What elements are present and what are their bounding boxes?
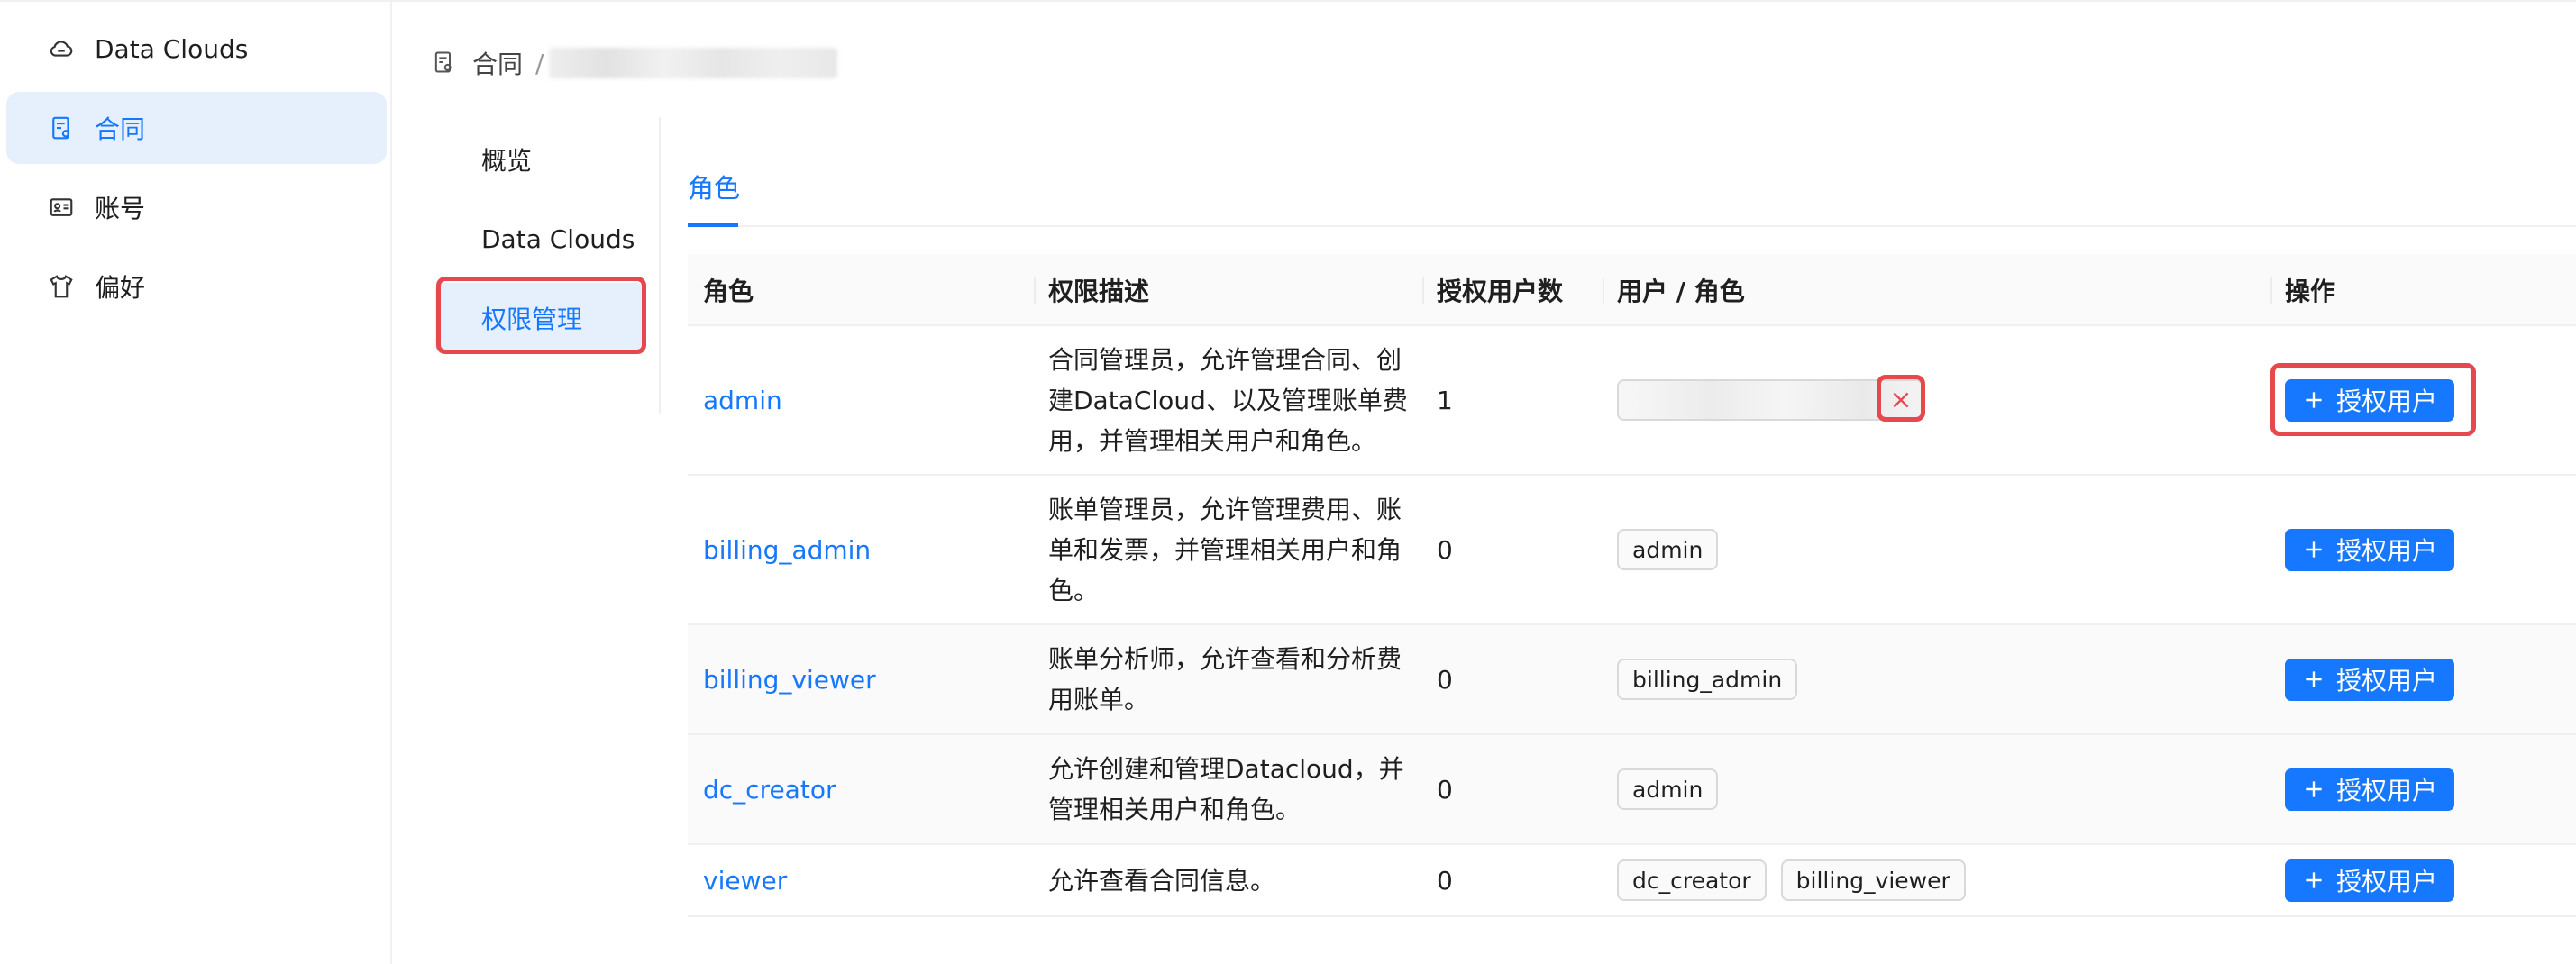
role-link[interactable]: viewer bbox=[703, 845, 787, 915]
role-tag: dc_creator bbox=[1617, 859, 1767, 901]
plus-icon bbox=[2306, 781, 2322, 797]
button-label: 授权用户 bbox=[2335, 867, 2437, 896]
role-description: 允许创建和管理Datacloud，并管理相关用户和角色。 bbox=[1048, 754, 1404, 824]
button-label: 授权用户 bbox=[2335, 536, 2437, 566]
submenu-item-permissions[interactable]: 权限管理 bbox=[435, 283, 644, 353]
contract-icon bbox=[431, 48, 458, 78]
tab-label: 角色 bbox=[688, 173, 741, 204]
column-header-actions: 操作 bbox=[2270, 254, 2335, 326]
sidebar-item-account[interactable]: 账号 bbox=[6, 171, 387, 243]
role-description: 合同管理员，允许管理合同、创建DataCloud、以及管理账单费用，并管理相关用… bbox=[1048, 344, 1408, 456]
id-card-icon bbox=[46, 192, 77, 223]
sidebar-item-contract[interactable]: 合同 bbox=[6, 92, 387, 164]
user-count: 0 bbox=[1437, 534, 1453, 565]
grant-user-button[interactable]: 授权用户 bbox=[2285, 768, 2454, 811]
role-description: 账单分析师，允许查看和分析费用账单。 bbox=[1048, 644, 1402, 714]
submenu-item-label: 概览 bbox=[481, 146, 533, 176]
contract-icon bbox=[46, 113, 77, 143]
sidebar-item-label: 合同 bbox=[95, 114, 146, 144]
roles-table: 角色 权限描述 授权用户数 用户 / 角色 操作 admin 合同管理员，允许管… bbox=[688, 254, 2576, 917]
role-link[interactable]: billing_viewer bbox=[703, 625, 876, 733]
grant-user-button[interactable]: 授权用户 bbox=[2285, 528, 2454, 571]
plus-icon bbox=[2306, 872, 2322, 888]
submenu-item-overview[interactable]: 概览 bbox=[435, 124, 644, 195]
sidebar-item-label: Data Clouds bbox=[95, 33, 249, 64]
button-label: 授权用户 bbox=[2335, 666, 2437, 696]
column-header-users-roles: 用户 / 角色 bbox=[1603, 254, 1745, 326]
grant-user-button[interactable]: 授权用户 bbox=[2285, 658, 2454, 701]
column-header-role: 角色 bbox=[703, 277, 754, 306]
submenu-item-data-clouds[interactable]: Data Clouds bbox=[435, 204, 644, 274]
plus-icon bbox=[2306, 541, 2322, 558]
plus-icon bbox=[2306, 392, 2322, 408]
breadcrumb-separator: / bbox=[535, 48, 544, 78]
column-header-user-count: 授权用户数 bbox=[1422, 254, 1563, 326]
sidebar-item-data-clouds[interactable]: Data Clouds bbox=[6, 13, 387, 85]
role-tag: admin bbox=[1617, 529, 1719, 570]
role-link[interactable]: admin bbox=[703, 326, 782, 474]
breadcrumb-current-redacted bbox=[549, 48, 838, 78]
user-tag-redacted bbox=[1617, 379, 1923, 421]
table-header: 角色 权限描述 授权用户数 用户 / 角色 操作 bbox=[688, 254, 2576, 326]
submenu-item-label: Data Clouds bbox=[481, 223, 635, 254]
sidebar-item-label: 账号 bbox=[95, 194, 146, 223]
sidebar-item-label: 偏好 bbox=[95, 273, 146, 303]
table-row: viewer 允许查看合同信息。 0 dc_creator billing_vi… bbox=[688, 845, 2576, 917]
table-row: billing_admin 账单管理员，允许管理费用、账单和发票，并管理相关用户… bbox=[688, 476, 2576, 625]
grant-user-button[interactable]: 授权用户 bbox=[2285, 859, 2454, 902]
breadcrumb: 合同 / bbox=[431, 43, 838, 83]
breadcrumb-root[interactable]: 合同 bbox=[472, 45, 523, 81]
contract-submenu: 概览 Data Clouds 权限管理 bbox=[435, 117, 661, 414]
column-header-description: 权限描述 bbox=[1034, 254, 1149, 326]
table-row: admin 合同管理员，允许管理合同、创建DataCloud、以及管理账单费用，… bbox=[688, 326, 2576, 476]
tab-bar: 角色 bbox=[688, 153, 2576, 227]
role-link[interactable]: dc_creator bbox=[703, 735, 836, 843]
role-description: 账单管理员，允许管理费用、账单和发票，并管理相关用户和角色。 bbox=[1048, 494, 1402, 605]
table-row: billing_viewer 账单分析师，允许查看和分析费用账单。 0 bill… bbox=[688, 625, 2576, 735]
button-label: 授权用户 bbox=[2335, 387, 2437, 416]
button-label: 授权用户 bbox=[2335, 776, 2437, 805]
sidebar: Data Clouds 合同 账号 偏好 bbox=[0, 0, 392, 964]
role-link[interactable]: billing_admin bbox=[703, 476, 871, 623]
table-row: dc_creator 允许创建和管理Datacloud，并管理相关用户和角色。 … bbox=[688, 735, 2576, 845]
sidebar-item-preferences[interactable]: 偏好 bbox=[6, 250, 387, 323]
role-tag: billing_admin bbox=[1617, 659, 1798, 700]
tab-roles[interactable]: 角色 bbox=[688, 168, 740, 205]
shirt-icon bbox=[46, 271, 77, 302]
user-count: 0 bbox=[1437, 865, 1453, 896]
role-tag: billing_viewer bbox=[1780, 859, 1966, 901]
cloud-icon bbox=[46, 33, 77, 64]
close-icon[interactable] bbox=[1886, 385, 1916, 415]
plus-icon bbox=[2306, 671, 2322, 687]
user-count: 0 bbox=[1437, 774, 1453, 805]
grant-user-button[interactable]: 授权用户 bbox=[2285, 378, 2454, 422]
user-count: 0 bbox=[1437, 664, 1453, 695]
user-count: 1 bbox=[1437, 385, 1453, 415]
role-tag: admin bbox=[1617, 768, 1719, 810]
tab-active-indicator bbox=[688, 223, 738, 227]
submenu-item-label: 权限管理 bbox=[481, 305, 583, 334]
role-description: 允许查看合同信息。 bbox=[1048, 865, 1276, 896]
